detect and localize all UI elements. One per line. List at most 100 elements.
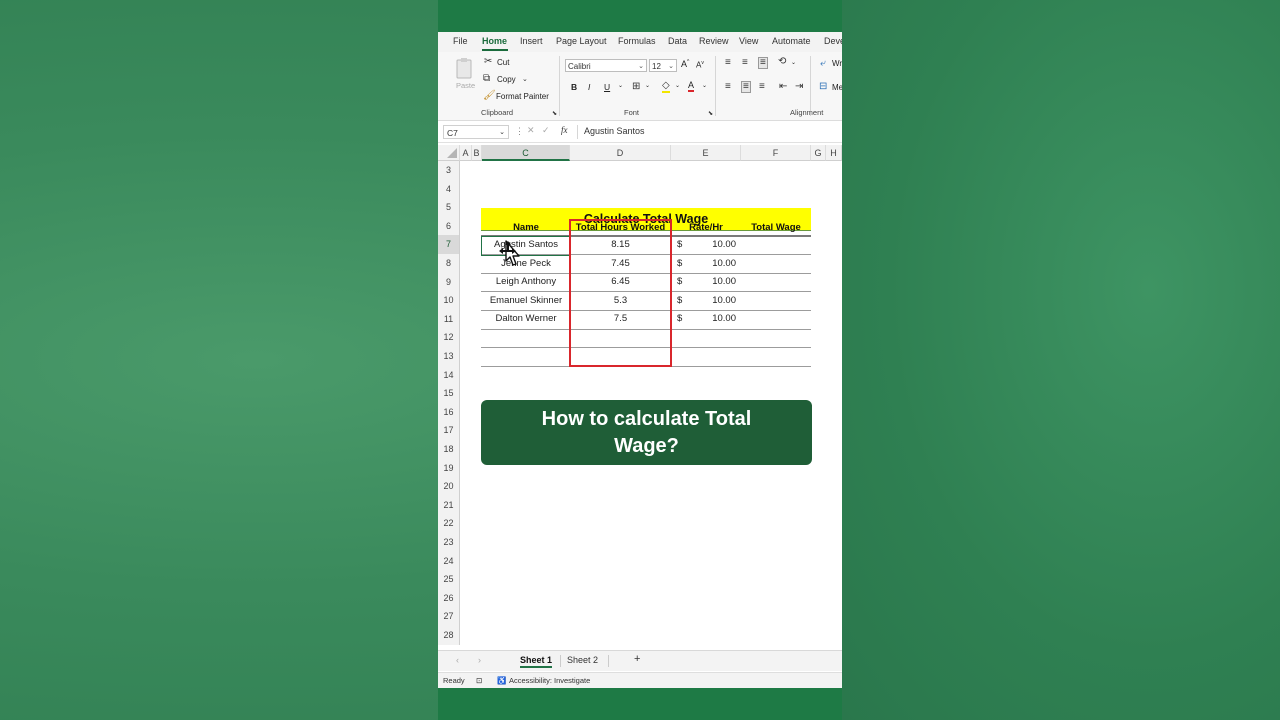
font-color-icon[interactable]: A (688, 80, 695, 92)
enter-icon[interactable]: ✓ (542, 125, 550, 136)
copy-button[interactable]: Copy (497, 75, 516, 84)
row-header-17[interactable]: 17 (438, 421, 460, 440)
decrease-font-icon[interactable]: Av (696, 60, 704, 70)
row-header-15[interactable]: 15 (438, 384, 460, 403)
cell-name[interactable]: Dalton Werner (482, 313, 570, 324)
cell-currency[interactable]: $ (677, 239, 687, 250)
cell-rate[interactable]: 10.00 (693, 313, 736, 324)
increase-indent-icon[interactable]: ⇥ (795, 82, 803, 92)
cell-name[interactable]: Leigh Anthony (482, 276, 570, 287)
row-header-4[interactable]: 4 (438, 179, 460, 199)
scroll-left-icon[interactable]: ‹ (456, 655, 459, 665)
sheet-tab-1[interactable]: Sheet 1 (520, 655, 553, 668)
italic-icon[interactable]: I (588, 82, 590, 92)
header-name[interactable]: Name (482, 222, 570, 233)
chevron-down-icon[interactable]: ⌄ (522, 75, 528, 85)
macro-record-icon[interactable]: ⊡ (476, 676, 482, 685)
row-header-6[interactable]: 6 (438, 216, 460, 236)
tab-insert[interactable]: Insert (520, 36, 543, 46)
decrease-indent-icon[interactable]: ⇤ (779, 82, 787, 92)
row-header-14[interactable]: 14 (438, 365, 460, 385)
bold-icon[interactable]: B (571, 82, 577, 92)
name-box[interactable]: C7 ⌄ (443, 125, 509, 139)
row-header-26[interactable]: 26 (438, 588, 460, 608)
clipboard-launcher-icon[interactable]: ⬊ (552, 109, 557, 119)
tab-formulas[interactable]: Formulas (618, 36, 656, 46)
cell-rate[interactable]: 10.00 (693, 295, 736, 306)
chevron-down-icon[interactable]: ⌄ (645, 82, 650, 89)
formula-input[interactable]: Agustin Santos (584, 126, 645, 136)
column-header-b[interactable]: B (472, 145, 482, 161)
chevron-down-icon[interactable]: ⌄ (675, 82, 680, 89)
paste-button[interactable]: Paste (454, 57, 476, 97)
wrap-text-button[interactable]: Wr (832, 59, 842, 68)
column-header-g[interactable]: G (811, 145, 826, 161)
tab-file[interactable]: File (453, 36, 468, 46)
header-rate[interactable]: Rate/Hr (671, 222, 741, 233)
tab-home[interactable]: Home (482, 36, 507, 46)
accessibility-icon[interactable]: ♿ (497, 676, 506, 685)
wrap-text-icon[interactable]: ⤶ (820, 59, 826, 69)
add-sheet-button[interactable]: + (634, 653, 640, 665)
cell-rate[interactable]: 10.00 (693, 239, 736, 250)
chevron-down-icon[interactable]: ⌄ (618, 82, 623, 89)
cell-rate[interactable]: 10.00 (693, 276, 736, 287)
row-header-22[interactable]: 22 (438, 514, 460, 533)
align-right-icon[interactable]: ≡ (759, 82, 765, 92)
align-left-icon[interactable]: ≡ (725, 82, 731, 92)
cell-currency[interactable]: $ (677, 258, 687, 269)
tab-review[interactable]: Review (699, 36, 729, 46)
row-header-3[interactable]: 3 (438, 161, 460, 180)
underline-icon[interactable]: U (604, 82, 610, 92)
tab-page-layout[interactable]: Page Layout (556, 36, 607, 46)
row-header-27[interactable]: 27 (438, 607, 460, 626)
insert-function-icon[interactable]: fx (561, 125, 568, 135)
align-center-icon[interactable]: ≡ (741, 81, 751, 93)
increase-font-icon[interactable]: A^ (681, 59, 689, 69)
row-header-24[interactable]: 24 (438, 551, 460, 571)
font-name-select[interactable]: Calibri ⌄ (565, 59, 647, 72)
row-header-25[interactable]: 25 (438, 570, 460, 589)
fill-color-icon[interactable]: ◇ (662, 81, 670, 93)
row-header-11[interactable]: 11 (438, 309, 460, 329)
row-header-18[interactable]: 18 (438, 440, 460, 459)
bottom-align-icon[interactable]: ≡ (758, 57, 768, 69)
scroll-right-icon[interactable]: › (478, 655, 481, 665)
font-size-select[interactable]: 12 ⌄ (649, 59, 677, 72)
select-all-corner[interactable] (438, 145, 460, 161)
tab-developer[interactable]: Deve (824, 36, 842, 46)
header-total-wage[interactable]: Total Wage (741, 222, 811, 233)
row-header-19[interactable]: 19 (438, 458, 460, 478)
middle-align-icon[interactable]: ≡ (742, 58, 748, 68)
column-header-f[interactable]: F (741, 145, 811, 161)
tab-automate[interactable]: Automate (772, 36, 811, 46)
cancel-icon[interactable]: ✕ (527, 125, 535, 136)
row-header-7[interactable]: 7 (438, 235, 460, 254)
merge-icon[interactable]: ⊟ (819, 82, 827, 92)
row-header-20[interactable]: 20 (438, 477, 460, 496)
top-align-icon[interactable]: ≡ (725, 58, 731, 68)
row-header-5[interactable]: 5 (438, 198, 460, 217)
cell-currency[interactable]: $ (677, 276, 687, 287)
tab-view[interactable]: View (739, 36, 758, 46)
format-painter-button[interactable]: Format Painter (496, 92, 549, 101)
tab-data[interactable]: Data (668, 36, 687, 46)
chevron-down-icon[interactable]: ⌄ (702, 82, 707, 89)
sheet-tab-2[interactable]: Sheet 2 (567, 655, 598, 665)
column-header-e[interactable]: E (671, 145, 741, 161)
cell-name[interactable]: Emanuel Skinner (482, 295, 570, 306)
row-header-21[interactable]: 21 (438, 495, 460, 515)
cut-button[interactable]: Cut (497, 58, 509, 67)
column-header-c[interactable]: C (482, 145, 570, 161)
row-header-16[interactable]: 16 (438, 402, 460, 422)
chevron-down-icon[interactable]: ⌄ (791, 59, 796, 66)
merge-button[interactable]: Me (832, 83, 842, 92)
row-header-10[interactable]: 10 (438, 291, 460, 310)
column-header-a[interactable]: A (460, 145, 472, 161)
row-header-8[interactable]: 8 (438, 254, 460, 273)
row-header-9[interactable]: 9 (438, 272, 460, 292)
cell-currency[interactable]: $ (677, 313, 687, 324)
cell-rate[interactable]: 10.00 (693, 258, 736, 269)
column-header-h[interactable]: H (826, 145, 842, 161)
borders-icon[interactable]: ⊞ (632, 82, 640, 92)
